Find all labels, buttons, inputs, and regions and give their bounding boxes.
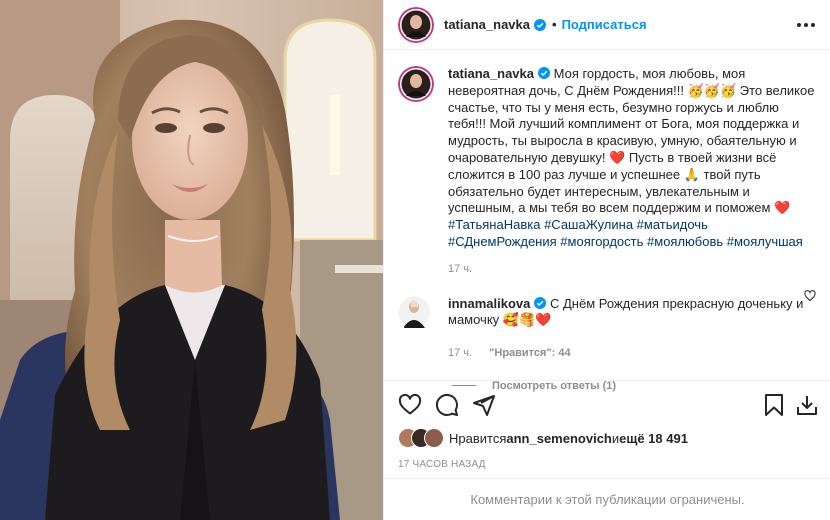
separator-dot: • <box>552 17 557 32</box>
post-photo[interactable] <box>0 0 383 520</box>
verified-badge-icon <box>534 296 547 309</box>
post-side-panel: tatiana_navka • Подписаться tatiana_navk… <box>383 0 830 520</box>
liker-avatar <box>424 428 444 448</box>
hashtag-link[interactable]: #матьидочь <box>637 217 708 232</box>
caption-body: tatiana_navka Моя гордость, моя любовь, … <box>448 66 817 278</box>
liker-avatars[interactable] <box>398 428 446 448</box>
send-icon[interactable] <box>472 393 496 417</box>
comments-restricted-notice: Комментарии к этой публикации ограничены… <box>384 478 830 520</box>
likes-summary: Нравится ann_semenovich и ещё 18 491 <box>398 428 688 448</box>
caption-username[interactable]: tatiana_navka <box>448 66 534 81</box>
post-timestamp[interactable]: 17 ЧАСОВ НАЗАД <box>398 459 486 470</box>
comments-section[interactable]: tatiana_navka Моя гордость, моя любовь, … <box>384 50 830 392</box>
comment-like-heart-icon[interactable] <box>804 290 816 302</box>
likes-count[interactable]: ещё 18 491 <box>619 431 688 446</box>
comment-icon[interactable] <box>435 393 459 417</box>
caption-time[interactable]: 17 ч. <box>448 263 472 275</box>
comment-item: innamalikova С Днём Рождения прекрасную … <box>398 295 817 362</box>
instagram-post: tatiana_navka • Подписаться tatiana_navk… <box>0 0 830 520</box>
heart-icon[interactable] <box>398 393 422 417</box>
header-username[interactable]: tatiana_navka <box>444 17 530 32</box>
hashtag-link[interactable]: #СашаЖулина <box>544 217 633 232</box>
caption-meta: 17 ч. <box>448 261 817 278</box>
hashtag-link[interactable]: #моялучшая <box>727 234 803 249</box>
comment-avatar[interactable] <box>398 295 434 332</box>
likes-prefix: Нравится <box>449 430 507 446</box>
liker-username[interactable]: ann_semenovich <box>506 431 612 446</box>
verified-badge-icon <box>534 18 546 31</box>
comment-meta: 17 ч. "Нравится": 44 <box>448 345 817 362</box>
hashtag-link[interactable]: #моягордость <box>560 234 643 249</box>
avatar[interactable] <box>398 6 434 43</box>
hashtag-link[interactable]: #моялюбовь <box>647 234 723 249</box>
bookmark-icon[interactable] <box>762 393 786 417</box>
more-horizontal-icon[interactable] <box>795 14 817 36</box>
hashtag-link[interactable]: #СДнемРождения <box>448 234 557 249</box>
likes-middle: и <box>611 430 620 446</box>
caption-text: Моя гордость, моя любовь, моя невероятна… <box>448 66 815 216</box>
portrait-image <box>0 0 383 520</box>
action-bar <box>384 380 830 428</box>
caption-avatar[interactable] <box>398 66 434 102</box>
verified-badge-icon <box>538 67 550 79</box>
hashtag-link[interactable]: #ТатьянаНавка <box>448 217 540 232</box>
post-caption: tatiana_navka Моя гордость, моя любовь, … <box>398 66 817 278</box>
comment-time: 17 ч. <box>448 347 473 360</box>
comment-likes[interactable]: "Нравится": 44 <box>489 347 570 359</box>
comment-username[interactable]: innamalikova <box>448 296 530 311</box>
download-icon[interactable] <box>795 393 819 417</box>
post-header: tatiana_navka • Подписаться <box>384 0 830 50</box>
comment-body: innamalikova С Днём Рождения прекрасную … <box>448 296 817 362</box>
follow-button[interactable]: Подписаться <box>562 17 647 32</box>
